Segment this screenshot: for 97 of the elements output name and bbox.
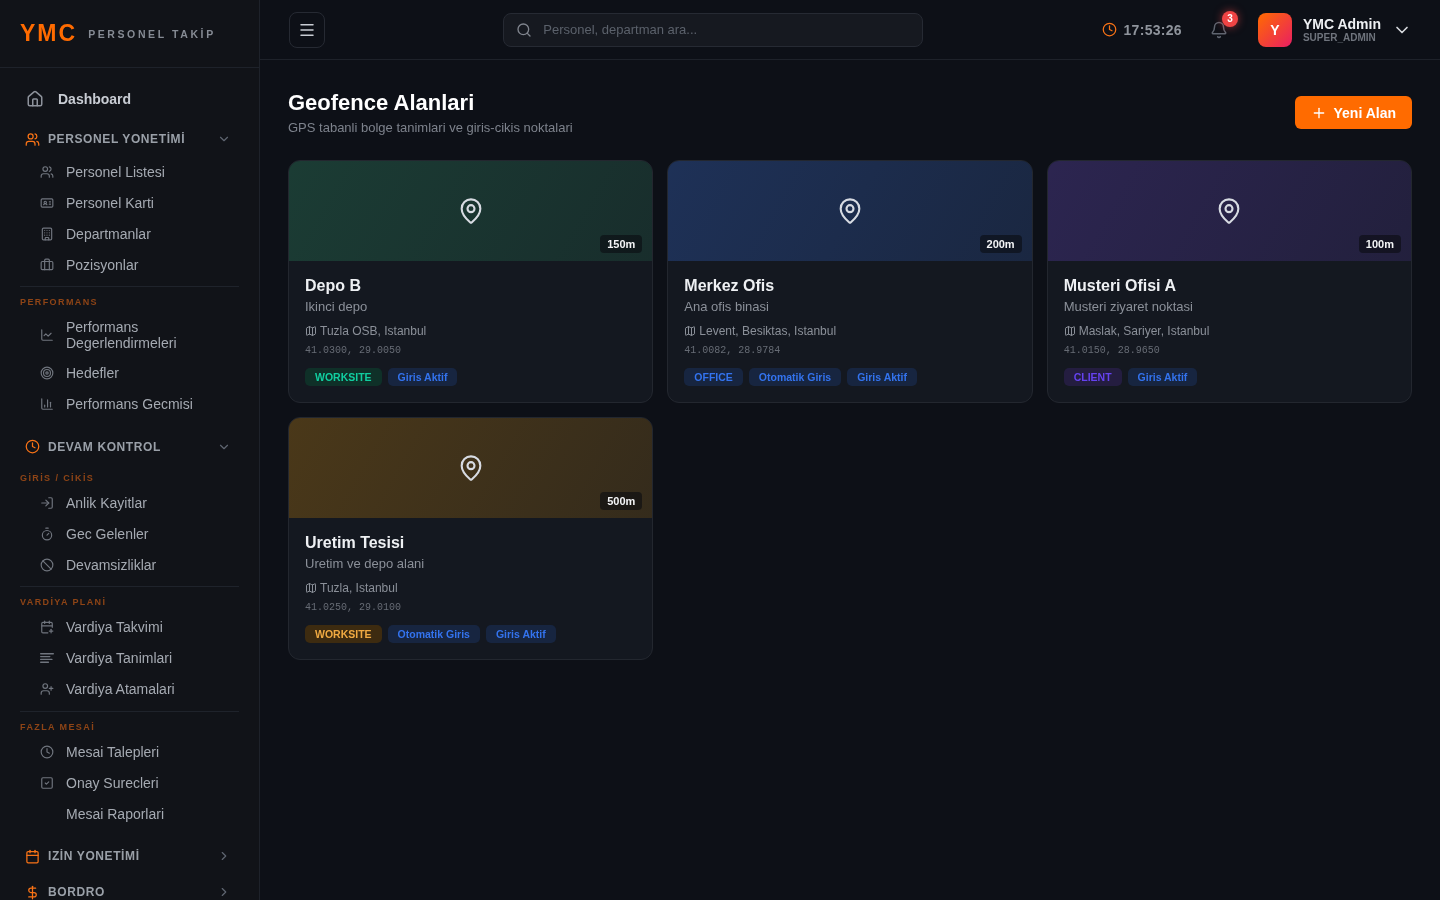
nav-item[interactable]: Mesai Raporlari [20,798,239,829]
nav-item[interactable]: Personel Listesi [20,156,239,187]
clock-icon [40,744,54,759]
tag: OFFICE [684,368,743,386]
nav-group-header[interactable]: BORDRO [20,877,239,900]
nav-item[interactable]: Personel Karti [20,187,239,218]
clock-icon [25,439,40,454]
geofence-card[interactable]: 100m Musteri Ofisi A Musteri ziyaret noktasi Maslak, Sariyer, Istanbul 41.0150, 28.9650 CLIENT Giris Aktif [1046,160,1412,403]
target-icon [40,366,54,380]
logo-tagline: PERSONEL TAKİP [88,27,216,40]
search-field[interactable]: Personel, departman ara... [503,12,924,47]
map-icon [1063,325,1076,337]
card-address: Tuzla, Istanbul [320,580,398,596]
nav-item[interactable]: Vardiya Tanimlari [20,642,239,674]
nav-item[interactable]: Vardiya Atamalari [20,673,239,705]
briefcase-icon [40,257,54,272]
logo-text: YMC [20,20,78,47]
page-title: Geofence Alanlari [288,89,476,117]
card-coordinates: 41.0250, 29.0100 [305,601,402,615]
nav-section-label: VARDİYA PLANİ [20,596,108,608]
nav-item[interactable]: Hedefler [20,357,239,389]
user-name: YMC Admin [1302,15,1381,32]
nav-item[interactable]: Departmanlar [20,218,239,249]
user-role: SUPER_ADMIN [1302,31,1377,44]
tag: Giris Aktif [485,625,556,643]
user-plus-icon [40,682,54,696]
users-icon [40,164,54,179]
tag: Giris Aktif [1127,368,1198,386]
nav-item[interactable]: Gec Gelenler [20,518,239,549]
stopwatch-icon [40,526,54,541]
tag: Giris Aktif [847,368,917,386]
checkbox-icon [40,775,54,790]
nav-group-header[interactable]: PERSONEL YONETİMİ [20,124,239,154]
card-description: Ikinci depo [305,298,369,316]
nav-section-label: PERFORMANS [20,296,99,308]
card-address: Tuzla OSB, Istanbul [320,323,427,339]
building-icon [40,226,54,241]
id-card-icon [40,195,54,210]
nav-item[interactable]: Performans Degerlendirmeleri [20,311,239,358]
ban-icon [40,557,54,572]
nav-link[interactable]: Dashboard [20,84,239,114]
nav-item[interactable]: Onay Surecleri [20,767,239,798]
card-title: Uretim Tesisi [305,533,406,553]
tag: Giris Aktif [387,368,458,386]
log-in-icon [40,495,54,510]
nav-section-label: FAZLA MESAİ [20,720,97,733]
nav-item[interactable]: Mesai Talepleri [20,736,239,767]
nav-group-header[interactable]: IZİN YONETİMİ [20,841,239,871]
dollar-icon [25,884,40,900]
map-icon [684,325,697,337]
geofence-card[interactable]: 150m Depo B Ikinci depo Tuzla OSB, Istanbul 41.0300, 29.0050 WORKSITE Giris Aktif [288,160,654,403]
tag: Otomatik Giris [387,625,480,643]
radius-label: 200m [979,235,1022,253]
card-address: Maslak, Sariyer, Istanbul [1078,323,1210,339]
tag: WORKSITE [305,368,382,386]
card-title: Depo B [305,276,362,296]
users-icon [25,131,40,147]
house-icon [26,90,44,108]
line-chart-icon [40,327,54,342]
tag: WORKSITE [305,625,382,643]
bar-chart-icon [40,397,54,411]
nav-item[interactable]: Devamsizliklar [20,549,239,580]
user-avatar[interactable]: Y [1257,12,1292,47]
card-description: Musteri ziyaret noktasi [1063,298,1194,316]
geofence-card[interactable]: 200m Merkez Ofis Ana ofis binasi Levent, Besiktas, Istanbul 41.0082, 28.9784 OFFICE Otomatik Giris Giris Aktif [667,160,1033,403]
card-title: Musteri Ofisi A [1063,276,1177,296]
nav-item[interactable]: Vardiya Takvimi [20,611,239,643]
search-icon [516,21,533,38]
card-coordinates: 41.0150, 28.9650 [1063,344,1161,358]
card-description: Ana ofis binasi [684,298,770,316]
map-icon [305,325,317,337]
map-icon [305,582,317,594]
card-title: Merkez Ofis [684,276,776,296]
radius-label: 100m [1358,235,1401,253]
nav-item[interactable]: Performans Gecmisi [20,388,239,420]
text-lines-icon [40,651,54,665]
radius-label: 500m [600,492,643,510]
geofence-card[interactable]: 500m Uretim Tesisi Uretim ve depo alani Tuzla, Istanbul 41.0250, 29.0100 WORKSITE Otomatik Giris Giris Aktif [288,417,654,660]
card-description: Uretim ve depo alani [305,555,426,573]
nav-group-header[interactable]: DEVAM KONTROL [20,431,239,462]
tag: Otomatik Giris [748,368,842,386]
radius-label: 150m [600,235,643,253]
nav-item[interactable]: Anlik Kayitlar [20,487,239,518]
card-coordinates: 41.0082, 28.9784 [684,344,782,358]
calendar-plus-icon [40,620,54,634]
card-coordinates: 41.0300, 29.0050 [305,344,402,358]
menu-button[interactable] [289,11,325,48]
nav-section-label: GİRİS / CİKİS [20,471,96,484]
notification-count: 3 [1221,10,1238,27]
card-address: Levent, Besiktas, Istanbul [699,323,837,339]
nav-item[interactable]: Pozisyonlar [20,249,239,280]
calendar-icon [25,848,40,864]
tag: CLIENT [1063,368,1122,386]
bell-icon [1209,20,1228,39]
page-subtitle: GPS tabanli bolge tanimlari ve giris-cikis noktalari [288,119,573,137]
clock-icon [1101,22,1117,37]
clock-time: 17:53:26 [1123,21,1182,38]
